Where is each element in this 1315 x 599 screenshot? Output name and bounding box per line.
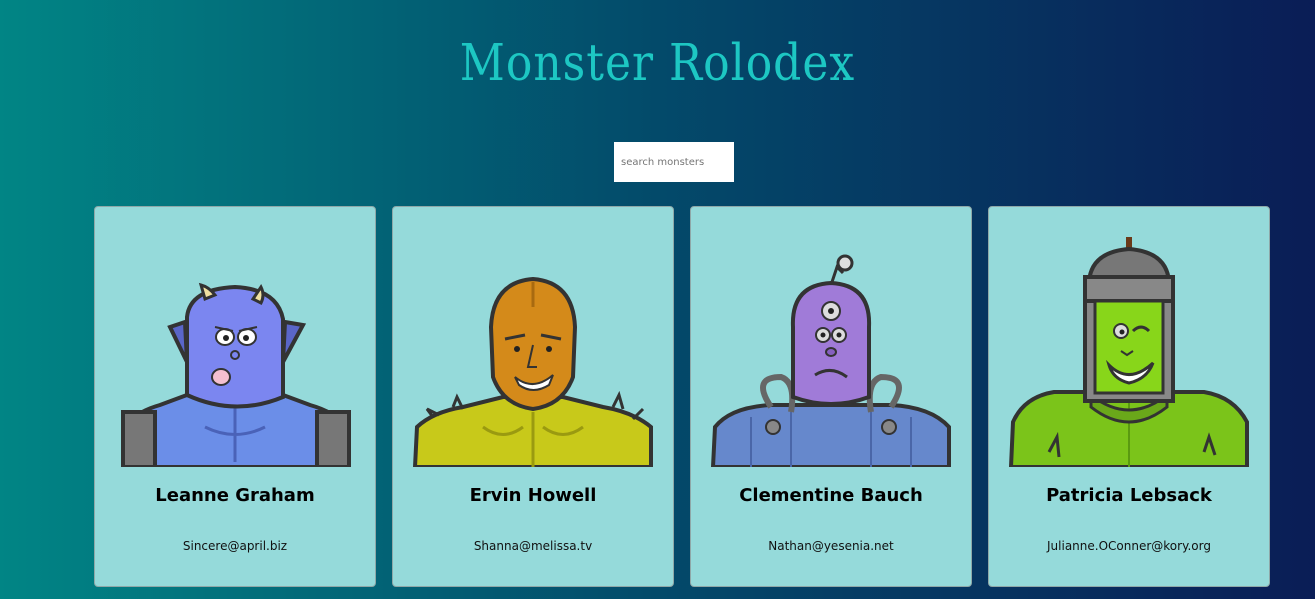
card-list: Leanne Graham Sincere@april.biz Ervin Ho… bbox=[94, 206, 1270, 587]
orange-spiky-monster-icon bbox=[413, 227, 653, 467]
monster-name: Leanne Graham bbox=[155, 485, 315, 506]
blue-horned-monster-icon bbox=[115, 227, 355, 467]
monster-card[interactable]: Patricia Lebsack Julianne.OConner@kory.o… bbox=[988, 206, 1270, 587]
monster-email: Julianne.OConner@kory.org bbox=[1047, 539, 1211, 553]
monster-name: Ervin Howell bbox=[469, 485, 597, 506]
monster-name: Clementine Bauch bbox=[739, 485, 923, 506]
monster-card[interactable]: Clementine Bauch Nathan@yesenia.net bbox=[690, 206, 972, 587]
monster-name: Patricia Lebsack bbox=[1046, 485, 1212, 506]
monster-email: Sincere@april.biz bbox=[182, 539, 288, 553]
monster-card[interactable]: Ervin Howell Shanna@melissa.tv bbox=[392, 206, 674, 587]
purple-robot-monster-icon bbox=[711, 227, 951, 467]
green-helmet-monster-icon bbox=[1009, 227, 1249, 467]
monster-email: Shanna@melissa.tv bbox=[473, 539, 593, 553]
app-title: Monster Rolodex bbox=[459, 34, 856, 93]
monster-email: Nathan@yesenia.net bbox=[768, 539, 894, 553]
monster-card[interactable]: Leanne Graham Sincere@april.biz bbox=[94, 206, 376, 587]
search-monsters-input[interactable] bbox=[614, 142, 734, 182]
